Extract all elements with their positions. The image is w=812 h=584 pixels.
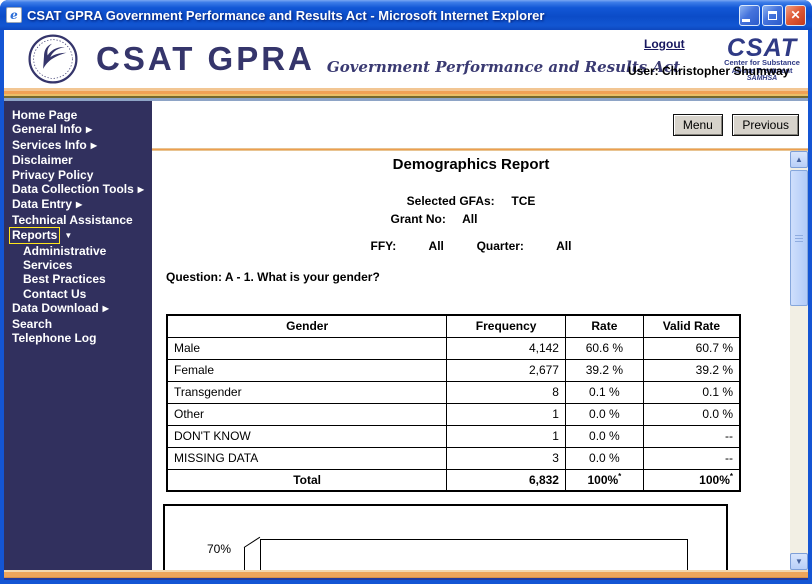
vertical-scrollbar[interactable]: ▲ ▼ (790, 151, 808, 570)
chart-axis-line (244, 547, 245, 570)
browser-window: e CSAT GPRA Government Performance and R… (0, 0, 812, 584)
sidebar-item-services[interactable]: Services (4, 258, 152, 272)
chart-plot-area (260, 539, 688, 570)
sidebar-item-general-info[interactable]: General Info ▶ (4, 122, 152, 137)
header-divider (4, 88, 808, 101)
col-header-frequency: Frequency (446, 314, 566, 338)
ffy-value: All (428, 239, 444, 253)
demographics-table: Gender Frequency Rate Valid Rate Male 4,… (166, 314, 741, 492)
sidebar-item-reports[interactable]: Reports ▼ (4, 227, 152, 244)
page: CSAT GPRA Government Performance and Res… (4, 30, 808, 580)
minimize-button[interactable] (739, 4, 760, 26)
sidebar-item-technical-assistance[interactable]: Technical Assistance (4, 213, 152, 227)
col-header-gender: Gender (166, 314, 448, 338)
toolbar: Menu Previous (152, 101, 808, 148)
sidebar-item-home-page[interactable]: Home Page (4, 108, 152, 122)
footnote-marker: * (618, 472, 622, 482)
sidebar-item-data-download[interactable]: Data Download ▶ (4, 301, 152, 316)
col-header-valid-rate: Valid Rate (642, 314, 741, 338)
grant-no-label: Grant No: (390, 212, 446, 226)
submenu-arrow-icon: ▶ (86, 125, 93, 135)
scroll-down-button[interactable]: ▼ (790, 553, 808, 570)
sidebar-item-privacy-policy[interactable]: Privacy Policy (4, 168, 152, 182)
sidebar-item-data-collection-tools[interactable]: Data Collection Tools ▶ (4, 182, 152, 197)
selected-item-highlight: Reports (9, 227, 61, 244)
sidebar-item-search[interactable]: Search (4, 317, 152, 331)
quarter-label: Quarter: (476, 239, 524, 253)
menu-button[interactable]: Menu (672, 114, 723, 136)
sidebar-item-services-info[interactable]: Services Info ▶ (4, 138, 152, 153)
grant-no-line: Grant No: All (152, 212, 716, 226)
sidebar-item-best-practices[interactable]: Best Practices (4, 272, 152, 286)
app-header: CSAT GPRA Government Performance and Res… (4, 30, 808, 88)
maximize-button[interactable] (762, 4, 783, 26)
internet-explorer-icon: e (6, 7, 22, 23)
scroll-up-button[interactable]: ▲ (790, 151, 808, 168)
col-header-rate: Rate (564, 314, 644, 338)
question-text: Question: A - 1. What is your gender? (166, 270, 380, 284)
submenu-arrow-icon: ▶ (102, 304, 109, 314)
submenu-arrow-icon: ▶ (137, 185, 144, 195)
scrollbar-thumb[interactable] (790, 170, 808, 306)
gender-bar-chart: 70% (163, 504, 728, 570)
window-title: CSAT GPRA Government Performance and Res… (27, 7, 545, 23)
scrollbar-grip-icon (795, 234, 803, 242)
submenu-arrow-icon: ▶ (76, 200, 83, 210)
page-title: Demographics Report (392, 156, 550, 173)
brand-title: CSAT GPRA (96, 40, 315, 77)
table-row: DON'T KNOW 1 0.0 % -- (166, 424, 741, 448)
ffy-label: FFY: (370, 239, 397, 253)
report-area: Demographics Report Selected GFAs: TCE G… (152, 151, 790, 570)
sidebar-item-telephone-log[interactable]: Telephone Log (4, 331, 152, 345)
user-name: User: Christopher Shumway (628, 64, 790, 78)
footnote-marker: * (729, 472, 733, 482)
grant-no-value: All (462, 212, 478, 226)
selected-gfas-label: Selected GFAs: (406, 194, 495, 208)
selected-gfas-line: Selected GFAs: TCE (152, 194, 790, 208)
minimize-icon (742, 18, 750, 22)
selected-gfas-value: TCE (511, 194, 536, 208)
sidebar-item-contact-us[interactable]: Contact Us (4, 287, 152, 301)
y-axis-tick-label: 70% (207, 542, 232, 556)
sidebar-item-administrative[interactable]: Administrative (4, 244, 152, 258)
quarter-value: All (556, 239, 572, 253)
chart-axis-line (243, 536, 261, 548)
table-row: Other 1 0.0 % 0.0 % (166, 402, 741, 426)
logout-link[interactable]: Logout (644, 37, 685, 51)
table-row: Male 4,142 60.6 % 60.7 % (166, 336, 741, 360)
title-bar[interactable]: e CSAT GPRA Government Performance and R… (0, 0, 812, 30)
maximize-icon (768, 10, 777, 20)
previous-button[interactable]: Previous (732, 114, 799, 136)
sidebar-nav: Home Page General Info ▶ Services Info ▶ D… (4, 101, 152, 570)
scroll-down-icon: ▼ (795, 557, 803, 566)
submenu-arrow-icon: ▶ (90, 140, 97, 150)
sidebar-item-data-entry[interactable]: Data Entry ▶ (4, 197, 152, 212)
table-row: Transgender 8 0.1 % 0.1 % (166, 380, 741, 404)
table-row: Female 2,677 39.2 % 39.2 % (166, 358, 741, 382)
table-header-row: Gender Frequency Rate Valid Rate (166, 314, 741, 338)
scrollbar-track[interactable] (790, 306, 808, 553)
session-block: Logout User: Christopher Shumway (628, 35, 798, 78)
table-total-row: Total 6,832 100%* 100%* (166, 468, 741, 492)
close-icon: ✕ (790, 8, 801, 22)
content-frame: Menu Previous Demographics Report Select… (152, 101, 808, 570)
ffy-quarter-line: FFY: All Quarter: All (152, 239, 790, 253)
submenu-expanded-arrow-icon: ▼ (64, 231, 73, 241)
hhs-eagle-logo-icon (28, 34, 78, 84)
footer-divider (4, 570, 808, 580)
table-row: MISSING DATA 3 0.0 % -- (166, 446, 741, 470)
close-button[interactable]: ✕ (785, 4, 806, 26)
scroll-up-icon: ▲ (795, 155, 803, 164)
sidebar-item-disclaimer[interactable]: Disclaimer (4, 153, 152, 167)
